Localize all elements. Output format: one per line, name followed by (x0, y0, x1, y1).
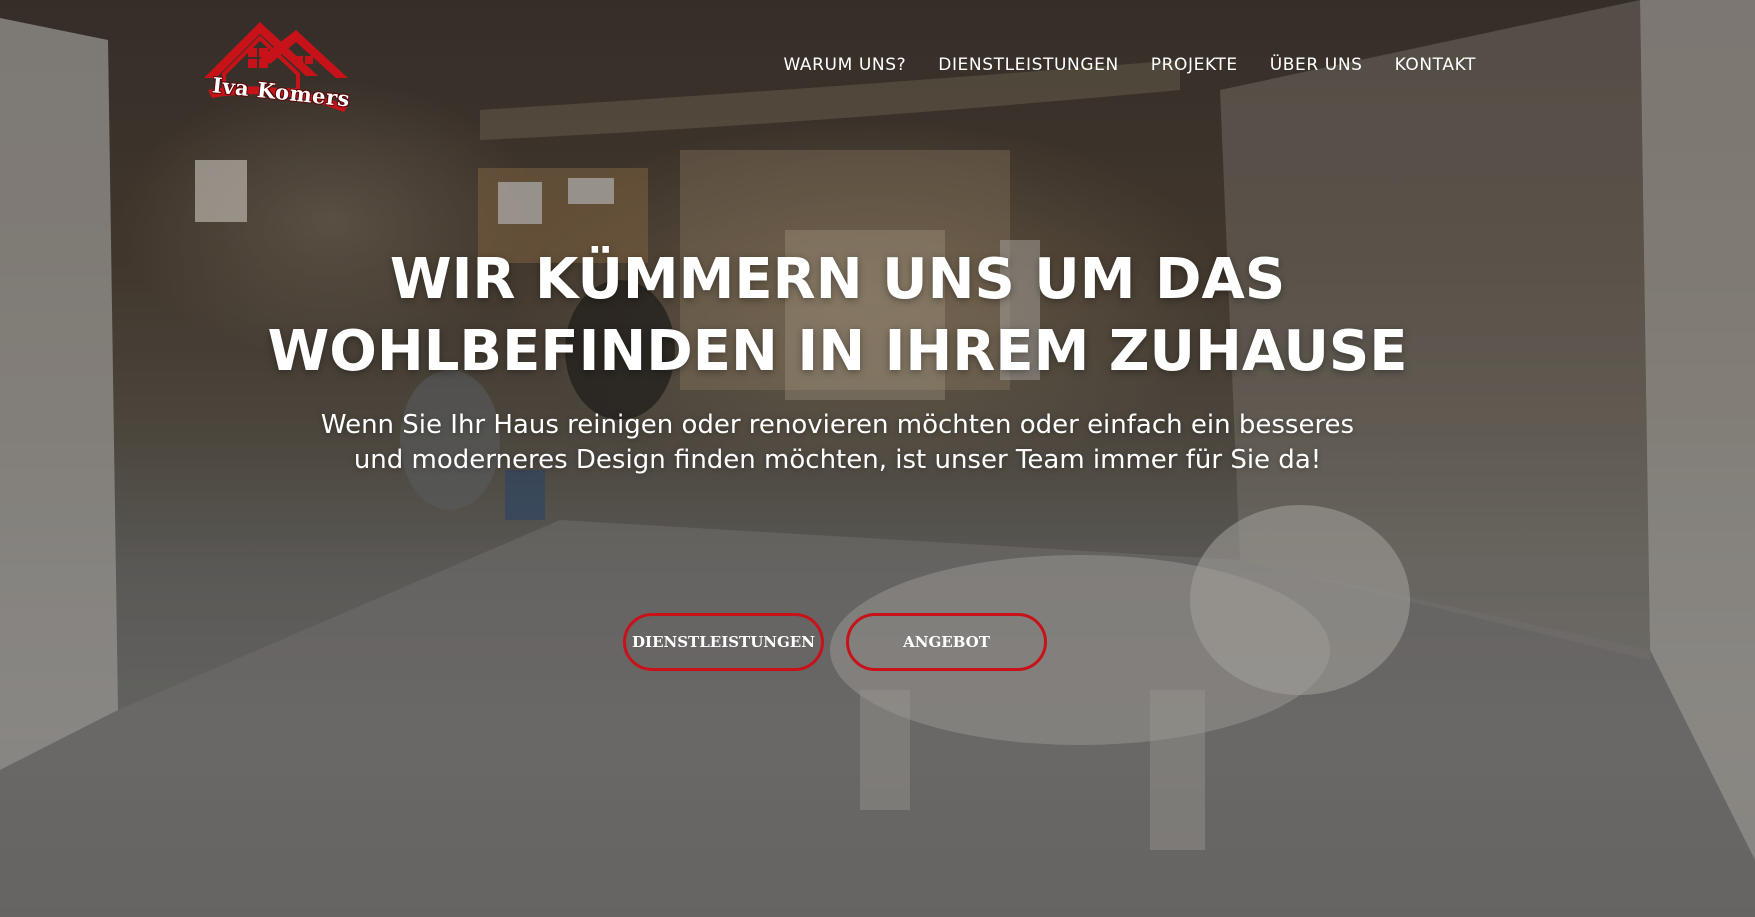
offer-button[interactable]: ANGEBOT (846, 613, 1047, 671)
nav-item-warum-uns[interactable]: WARUM UNS? (783, 55, 906, 75)
hero-section: Iva Komers WARUM UNS? DIENSTLEISTUNGEN P… (0, 0, 1755, 917)
nav-item-ueber-uns[interactable]: ÜBER UNS (1270, 55, 1363, 75)
hero-subheadline: Wenn Sie Ihr Haus reinigen oder renovier… (320, 410, 1355, 475)
nav-item-dienstleistungen[interactable]: DIENSTLEISTUNGEN (938, 55, 1119, 75)
hero-headline: WIR KÜMMERN UNS UM DAS WOHLBEFINDEN IN I… (180, 244, 1495, 388)
main-nav: WARUM UNS? DIENSTLEISTUNGEN PROJEKTE ÜBE… (783, 55, 1476, 75)
nav-item-kontakt[interactable]: KONTAKT (1395, 55, 1476, 75)
hero-headline-line2: WOHLBEFINDEN IN IHREM ZUHAUSE (267, 319, 1408, 384)
hero-headline-line1: WIR KÜMMERN UNS UM DAS (389, 247, 1286, 312)
nav-item-projekte[interactable]: PROJEKTE (1151, 55, 1238, 75)
services-button[interactable]: DIENSTLEISTUNGEN (623, 613, 824, 671)
brand-logo[interactable]: Iva Komers (198, 18, 358, 122)
hero-cta-group: DIENSTLEISTUNGEN ANGEBOT (623, 613, 1047, 671)
